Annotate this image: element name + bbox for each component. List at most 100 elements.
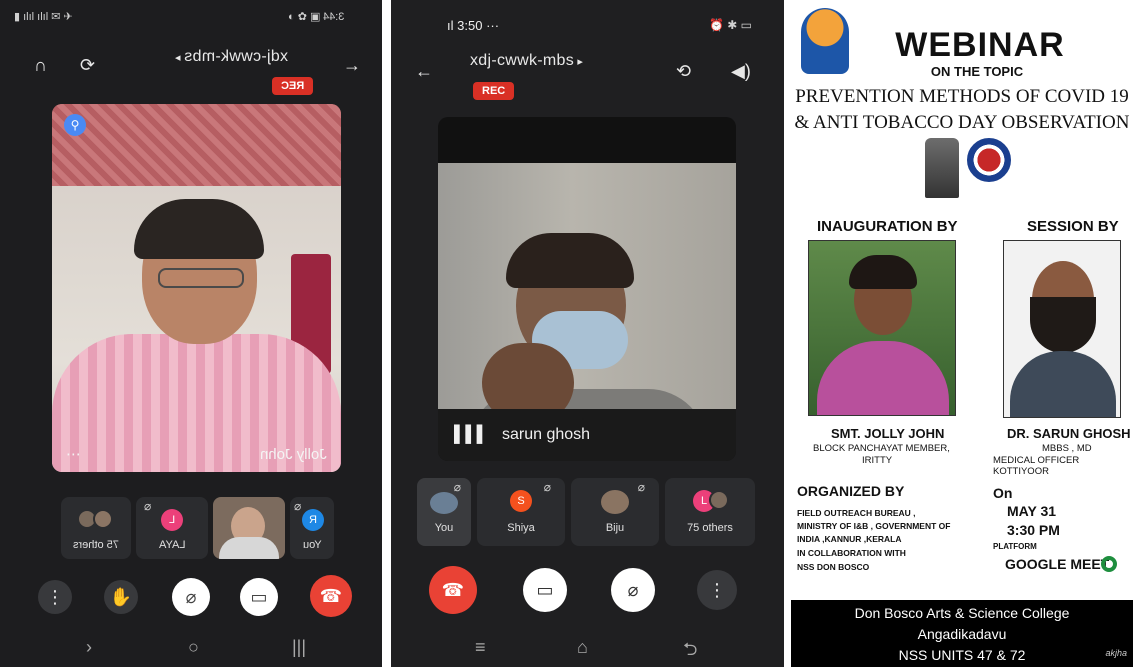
on-label: On: [993, 485, 1013, 501]
national-emblem-icon: [925, 138, 959, 198]
mic-off-icon: ⌀: [637, 480, 645, 494]
organizer-line: NSS DON BOSCO: [797, 562, 870, 572]
recents-nav-icon[interactable]: |||: [292, 637, 306, 658]
video-background: [438, 163, 736, 461]
tile-label: Biju: [605, 522, 625, 534]
tile-label: 75 others: [687, 522, 733, 534]
home-nav-icon[interactable]: ○: [188, 637, 199, 658]
participant-glasses: [158, 268, 244, 288]
inaugurator-place: IRITTY: [862, 455, 893, 466]
platform-name: GOOGLE MEET: [1005, 556, 1110, 572]
mic-off-icon: ⌀: [144, 499, 152, 513]
tile-label: Shiya: [507, 522, 535, 534]
organizer-line: IN COLLABORATION WITH: [797, 548, 906, 558]
back-nav-icon[interactable]: ›: [86, 637, 92, 658]
tile-label: You: [434, 522, 454, 534]
mic-off-icon: ⌀: [453, 480, 461, 494]
system-nav-bar: › ○ |||: [0, 629, 382, 667]
end-call-button[interactable]: ☎: [310, 575, 352, 617]
college-place: Angadikadavu: [917, 626, 1007, 642]
mic-off-icon: ⌀: [543, 480, 551, 494]
tile-you[interactable]: ⌀ R You: [290, 497, 334, 559]
more-options-button[interactable]: ⋮: [697, 570, 737, 610]
raise-hand-button[interactable]: ✋: [104, 580, 138, 614]
webinar-poster: WEBINAR ON THE TOPIC PREVENTION METHODS …: [791, 0, 1133, 667]
tile-shiya[interactable]: ⌀ S Shiya: [477, 478, 565, 546]
headphones-icon[interactable]: ∩: [34, 56, 47, 74]
tile-video[interactable]: [213, 497, 285, 559]
tile-others[interactable]: L 75 others: [665, 478, 755, 546]
switch-camera-icon[interactable]: ⟳: [80, 56, 95, 74]
participant-video-sarun[interactable]: ▌▌▌ sarun ghosh: [438, 117, 736, 461]
mic-off-button[interactable]: ⌀: [611, 568, 655, 612]
back-arrow-icon[interactable]: ←: [415, 62, 433, 80]
tile-label: You: [302, 539, 322, 551]
tile-biju[interactable]: ⌀ Biju: [571, 478, 659, 546]
participant-thumb: [709, 490, 729, 510]
organizer-line: MINISTRY OF I&B , GOVERNMENT OF: [797, 521, 951, 531]
tile-label: 75 others: [73, 539, 119, 551]
poster-on-topic: ON THE TOPIC: [930, 64, 1024, 79]
nss-units: NSS UNITS 47 & 72: [898, 647, 1026, 663]
system-nav-bar: ≡ ⌂ ⮌: [391, 629, 784, 667]
camera-off-button[interactable]: ▭: [240, 578, 278, 616]
participant-hair: [506, 233, 634, 288]
menu-nav-icon[interactable]: ≡: [475, 637, 486, 658]
participant-hair: [134, 199, 264, 259]
home-nav-icon[interactable]: ⌂: [577, 637, 588, 658]
tile-you[interactable]: ⌀ You: [417, 478, 471, 546]
meet-phone-2: ıl 3:50 ··· ⏰ ✱ ▭ ← xdj-cwwk-mbs ▸ REC ⟲…: [391, 0, 784, 667]
credit-text: akjha: [1105, 648, 1127, 658]
audio-level-icon: ▌▌▌: [454, 426, 489, 443]
back-nav-icon[interactable]: ⮌: [683, 637, 697, 667]
avatar: S: [510, 490, 532, 512]
inauguration-label: INAUGURATION BY: [817, 218, 958, 235]
meeting-title[interactable]: xdj-cwwk-mbs ▸: [470, 52, 583, 70]
inaugurator-name: SMT. JOLLY JOHN: [831, 426, 945, 441]
status-bar-icons: ▮ ılıl ılıl ✉ ✈: [14, 11, 73, 23]
meeting-title[interactable]: ◂ xdj-cwwk-mbs: [175, 48, 288, 66]
switch-camera-icon[interactable]: ⟲: [676, 62, 691, 80]
organizer-line: INDIA ,KANNUR ,KERALA: [797, 534, 902, 544]
participant-thumb: [430, 492, 458, 514]
poster-footer: Don Bosco Arts & Science College Angadik…: [791, 600, 1133, 667]
event-date: MAY 31: [1007, 503, 1057, 519]
speaker-role: MEDICAL OFFICER KOTTIYOOR: [993, 455, 1080, 477]
rec-badge: REC: [272, 77, 314, 95]
participant-name: sarun ghosh: [502, 426, 591, 443]
google-meet-icon: [1101, 556, 1117, 572]
poster-heading: WEBINAR: [895, 26, 1065, 64]
inaugurator-photo: [808, 240, 956, 416]
participant-namebar: ⋯ Jolly John: [52, 436, 341, 472]
back-arrow-icon[interactable]: →: [343, 56, 361, 74]
tile-others[interactable]: 75 others: [61, 497, 131, 559]
mic-off-icon: ⌀: [294, 499, 302, 513]
status-time: ıl 3:50 ···: [447, 18, 500, 33]
speaker-photo: [1003, 240, 1121, 418]
speaker-icon[interactable]: ◀): [731, 62, 751, 80]
rec-badge: REC: [473, 82, 515, 100]
tile-label: LAYA: [158, 539, 186, 551]
pin-icon[interactable]: ⚲: [64, 114, 86, 136]
inaugurator-role: BLOCK PANCHAYAT MEMBER,: [813, 443, 950, 454]
participant-thumb-body: [219, 537, 279, 559]
mic-off-button[interactable]: ⌀: [172, 578, 210, 616]
session-label: SESSION BY: [1027, 218, 1119, 235]
tile-laya[interactable]: ⌀ L LAYA: [136, 497, 208, 559]
video-background: [52, 104, 341, 186]
poster-topic-line1: PREVENTION METHODS OF COVID 19: [795, 86, 1129, 107]
camera-off-button[interactable]: ▭: [523, 568, 567, 612]
poster-topic-line2: & ANTI TOBACCO DAY OBSERVATION: [794, 112, 1130, 133]
organized-label: ORGANIZED BY: [797, 483, 905, 499]
more-options-icon[interactable]: ⋯: [66, 445, 81, 463]
more-options-button[interactable]: ⋮: [38, 580, 72, 614]
participant-video-jolly[interactable]: ⚲ ⋯ Jolly John: [52, 104, 341, 472]
speaker-name: DR. SARUN GHOSH: [1007, 426, 1131, 441]
platform-label: PLATFORM: [993, 542, 1037, 551]
status-icons: ⏰ ✱ ▭: [709, 18, 753, 32]
nss-logo-icon: [967, 138, 1011, 182]
participant-namebar: ▌▌▌ sarun ghosh: [438, 409, 736, 461]
end-call-button[interactable]: ☎: [429, 566, 477, 614]
college-name: Don Bosco Arts & Science College: [854, 605, 1070, 621]
participant-thumb: [93, 509, 113, 529]
